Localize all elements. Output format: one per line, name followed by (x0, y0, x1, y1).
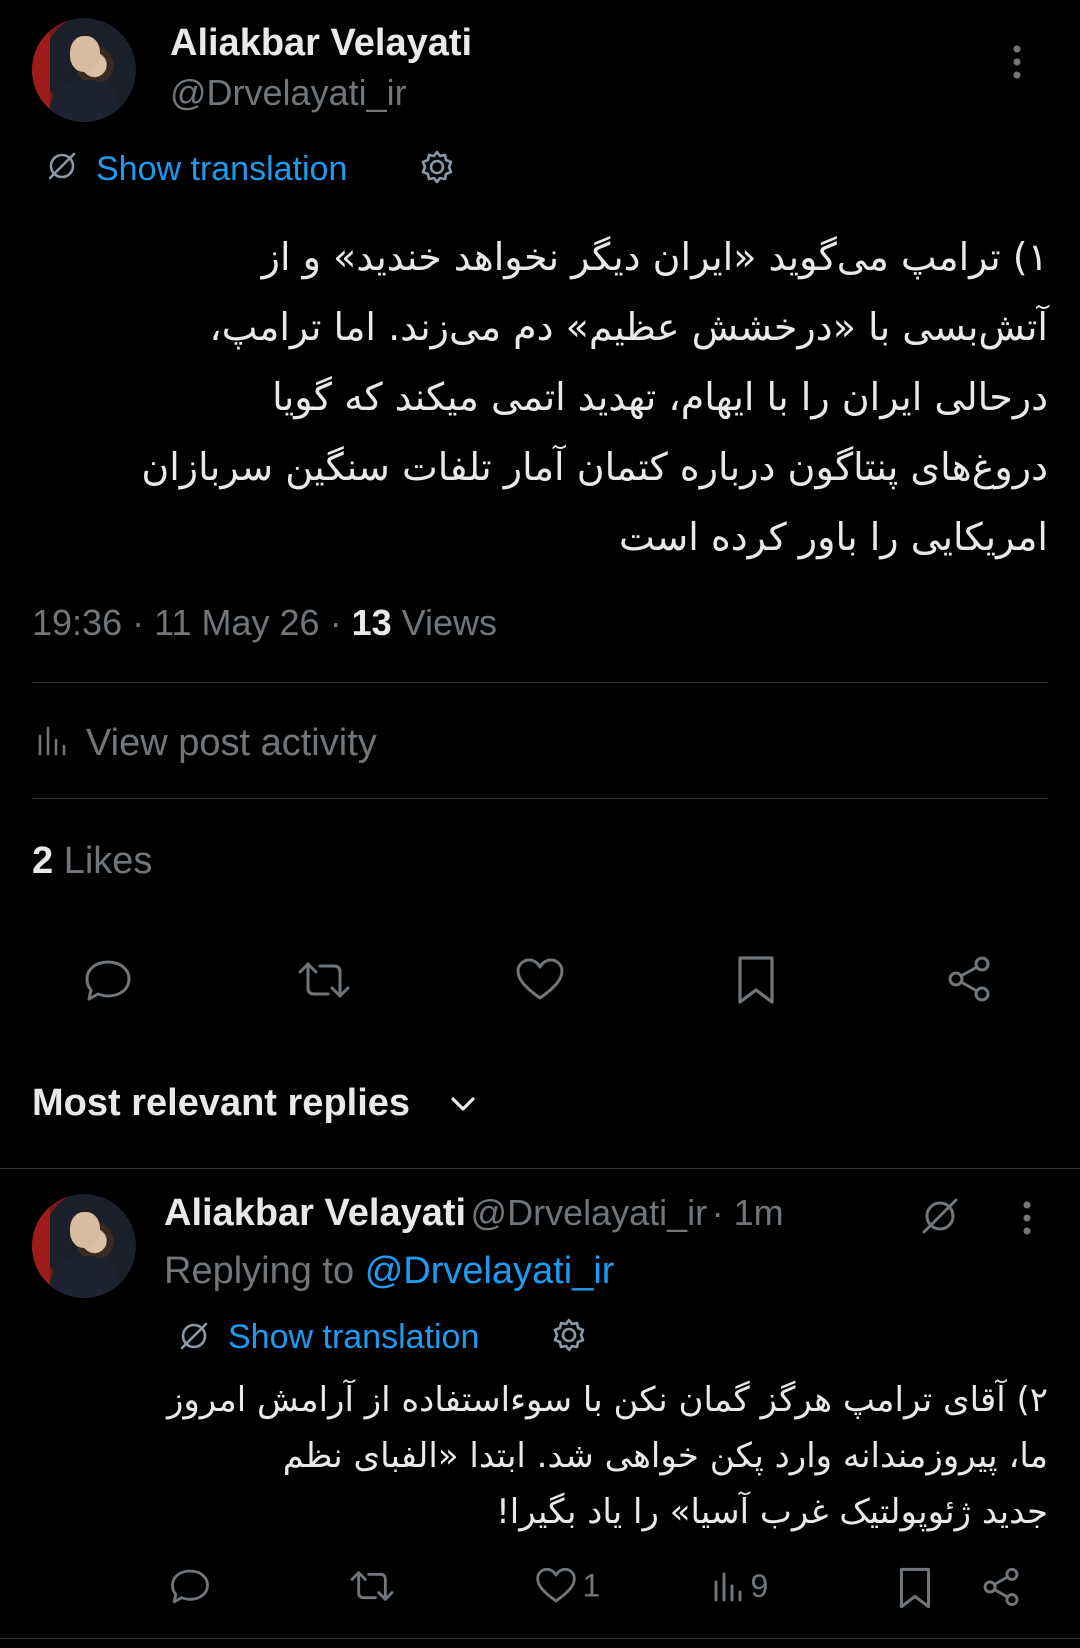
post-text-line: امریکایی را باور کرده است (619, 515, 1048, 559)
likes-summary[interactable]: 2 Likes (32, 840, 152, 883)
replying-to-label: Replying to (164, 1250, 355, 1292)
views-count: 13 (351, 602, 392, 643)
post-text: ۱) ترامپ می‌گوید «ایران دیگر نخواهد خندی… (32, 222, 1048, 572)
post-text-line: ۱) ترامپ می‌گوید «ایران دیگر نخواهد خندی… (261, 235, 1048, 279)
reply-text-line: ما، پیروزمندانه وارد پکن خواهی شد. ابتدا… (282, 1436, 1048, 1476)
divider (32, 798, 1048, 799)
more-icon[interactable] (1022, 1200, 1032, 1236)
reply-text-line: جدید ژئوپولتیک غرب آسیا» را یاد بگیرا! (496, 1492, 1048, 1532)
post-text-line: درحالی ایران را با ایهام، تهدید اتمی میک… (272, 375, 1048, 419)
reply-text-line: ۲) آقای ترامپ هرگز گمان نکن با سوءاستفاد… (166, 1380, 1048, 1420)
author-avatar[interactable] (32, 18, 136, 122)
bookmark-icon[interactable] (898, 1566, 932, 1610)
reply-time[interactable]: · 1m (712, 1192, 784, 1233)
analytics-icon[interactable] (712, 1569, 746, 1605)
reply-like-count: 1 (582, 1567, 601, 1604)
bookmark-icon[interactable] (736, 954, 776, 1006)
replies-sort-label[interactable]: Most relevant replies (32, 1082, 410, 1125)
author-name[interactable]: Aliakbar Velayati (170, 22, 472, 65)
reply-text: ۲) آقای ترامپ هرگز گمان نکن با سوءاستفاد… (160, 1372, 1048, 1540)
translate-icon (176, 1318, 212, 1354)
post-text-line: دروغ‌های پنتاگون درباره کتمان آمار تلفات… (141, 445, 1048, 489)
replying-to-handle[interactable]: @Drvelayati_ir (365, 1250, 615, 1292)
reply-icon[interactable] (82, 956, 134, 1004)
reply-icon[interactable] (168, 1566, 212, 1606)
more-icon[interactable] (1012, 44, 1022, 80)
grok-icon[interactable] (918, 1194, 962, 1238)
reply-view-count: 9 (750, 1568, 769, 1604)
like-icon[interactable] (534, 1566, 578, 1606)
views-label: Views (401, 602, 498, 643)
reply-header: Aliakbar Velayati @Drvelayati_ir · 1m (164, 1192, 784, 1235)
likes-count: 2 (32, 840, 54, 882)
divider (0, 1638, 1080, 1639)
reply-author-avatar[interactable] (32, 1194, 136, 1298)
reply-show-translation-link[interactable]: Show translation (228, 1318, 479, 1357)
replying-to: Replying to @Drvelayati_ir (164, 1250, 614, 1293)
translate-icon (44, 148, 80, 184)
divider (0, 1168, 1080, 1169)
repost-icon[interactable] (348, 1566, 396, 1606)
show-translation-link[interactable]: Show translation (96, 150, 347, 189)
post-meta: 19:36 · 11 May 26 · 13 Views (32, 602, 498, 643)
reply-author-name[interactable]: Aliakbar Velayati (164, 1192, 466, 1234)
post-text-line: آتش‌بسی با «درخشش عظیم» دم می‌زند. اما ت… (209, 305, 1048, 349)
reply-author-handle[interactable]: @Drvelayati_ir (471, 1192, 708, 1233)
share-icon[interactable] (944, 954, 994, 1004)
likes-label: Likes (63, 840, 153, 882)
divider (32, 682, 1048, 683)
reply-views-button[interactable]: 9 (712, 1568, 768, 1605)
share-icon[interactable] (980, 1566, 1022, 1608)
settings-icon[interactable] (550, 1316, 588, 1354)
author-handle[interactable]: @Drvelayati_ir (170, 72, 407, 114)
chevron-down-icon[interactable] (448, 1092, 478, 1116)
reply-like-button[interactable]: 1 (534, 1566, 600, 1606)
like-icon[interactable] (514, 956, 566, 1004)
repost-icon[interactable] (296, 956, 352, 1004)
post-time: 19:36 (32, 602, 123, 643)
settings-icon[interactable] (418, 148, 456, 186)
post-date: 11 May 26 (154, 602, 320, 643)
view-post-activity-link[interactable]: View post activity (86, 722, 377, 765)
analytics-icon (36, 724, 70, 758)
